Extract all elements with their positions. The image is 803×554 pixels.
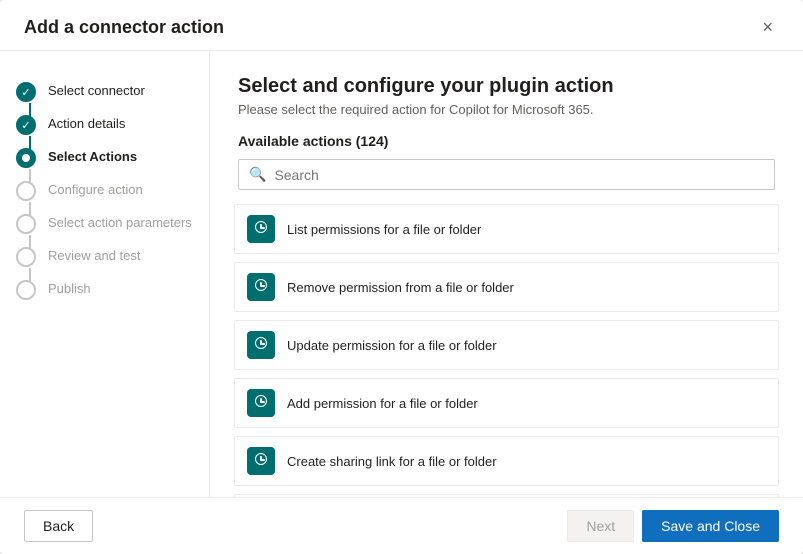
dialog-title: Add a connector action bbox=[24, 17, 224, 38]
list-item[interactable]: Update permission for a file or folder bbox=[234, 320, 779, 370]
action-icon bbox=[253, 221, 269, 237]
step-circle-select-connector: ✓ bbox=[16, 82, 36, 102]
save-close-button[interactable]: Save and Close bbox=[642, 510, 779, 542]
sidebar-item-review-and-test: Review and test bbox=[0, 240, 209, 273]
step-circle-action-details: ✓ bbox=[16, 115, 36, 135]
list-item[interactable]: Remove permission from a file or folder bbox=[234, 262, 779, 312]
close-button[interactable]: × bbox=[756, 16, 779, 38]
action-label: Update permission for a file or folder bbox=[287, 338, 497, 353]
back-button[interactable]: Back bbox=[24, 510, 93, 542]
step-label-select-connector: Select connector bbox=[48, 81, 145, 100]
add-connector-action-dialog: Add a connector action × ✓ Select connec… bbox=[0, 0, 803, 554]
check-icon-2: ✓ bbox=[21, 119, 30, 132]
action-label: List permissions for a file or folder bbox=[287, 222, 481, 237]
action-icon-box bbox=[247, 215, 275, 243]
action-icon-box bbox=[247, 389, 275, 417]
sidebar-item-publish: Publish bbox=[0, 273, 209, 306]
sidebar: ✓ Select connector ✓ Action details Sele… bbox=[0, 51, 210, 497]
step-circle-configure-action bbox=[16, 181, 36, 201]
footer-right: Next Save and Close bbox=[567, 510, 779, 542]
action-icon bbox=[253, 395, 269, 411]
action-label: Remove permission from a file or folder bbox=[287, 280, 514, 295]
action-icon bbox=[253, 279, 269, 295]
step-label-select-action-parameters: Select action parameters bbox=[48, 213, 192, 232]
dialog-footer: Back Next Save and Close bbox=[0, 497, 803, 554]
step-label-select-actions: Select Actions bbox=[48, 147, 137, 166]
action-icon bbox=[253, 453, 269, 469]
step-label-review-and-test: Review and test bbox=[48, 246, 141, 265]
step-label-configure-action: Configure action bbox=[48, 180, 143, 199]
action-icon-box bbox=[247, 273, 275, 301]
next-button[interactable]: Next bbox=[567, 510, 634, 542]
step-circle-select-action-parameters bbox=[16, 214, 36, 234]
section-title: Select and configure your plugin action bbox=[238, 75, 775, 98]
step-circle-select-actions bbox=[16, 148, 36, 168]
dialog-header: Add a connector action × bbox=[0, 0, 803, 51]
action-icon bbox=[253, 337, 269, 353]
search-input[interactable] bbox=[274, 167, 764, 183]
list-item[interactable]: List permissions for a file or folder bbox=[234, 204, 779, 254]
action-label: Create sharing link for a file or folder bbox=[287, 454, 497, 469]
sidebar-item-select-connector: ✓ Select connector bbox=[0, 75, 209, 108]
step-circle-review-and-test bbox=[16, 247, 36, 267]
step-circle-publish bbox=[16, 280, 36, 300]
section-subtitle: Please select the required action for Co… bbox=[238, 102, 775, 117]
step-label-publish: Publish bbox=[48, 279, 91, 298]
dialog-body: ✓ Select connector ✓ Action details Sele… bbox=[0, 51, 803, 497]
actions-list: List permissions for a file or folder Re… bbox=[234, 204, 779, 497]
active-dot bbox=[22, 154, 30, 162]
available-label: Available actions (124) bbox=[238, 133, 775, 149]
list-item[interactable]: Add permission for a file or folder bbox=[234, 378, 779, 428]
sidebar-item-select-action-parameters: Select action parameters bbox=[0, 207, 209, 240]
action-icon-box bbox=[247, 331, 275, 359]
search-box: 🔍 bbox=[238, 159, 775, 190]
action-label: Add permission for a file or folder bbox=[287, 396, 478, 411]
list-item[interactable]: Create sharing link for a file or folder bbox=[234, 436, 779, 486]
action-icon-box bbox=[247, 447, 275, 475]
sidebar-item-action-details: ✓ Action details bbox=[0, 108, 209, 141]
sidebar-item-configure-action: Configure action bbox=[0, 174, 209, 207]
main-content: Select and configure your plugin action … bbox=[210, 51, 803, 497]
search-icon: 🔍 bbox=[249, 166, 266, 183]
sidebar-item-select-actions: Select Actions bbox=[0, 141, 209, 174]
check-icon: ✓ bbox=[21, 86, 30, 99]
step-label-action-details: Action details bbox=[48, 114, 125, 133]
